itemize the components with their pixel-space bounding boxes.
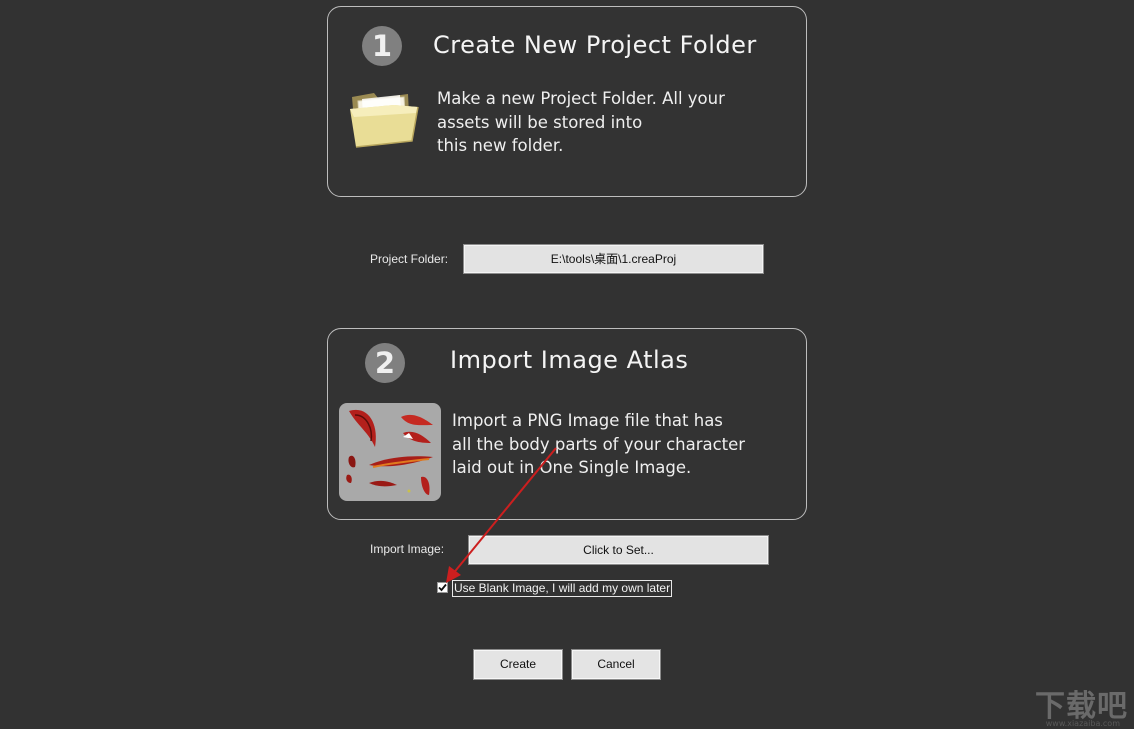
project-folder-field[interactable]: E:\tools\桌面\1.creaProj [463, 244, 764, 274]
step2-description-line: Import a PNG Image file that has [452, 411, 723, 430]
cancel-button[interactable]: Cancel [571, 649, 661, 680]
project-folder-label: Project Folder: [370, 252, 449, 266]
step1-description-line: Make a new Project Folder. All your [437, 89, 725, 108]
step2-description-line: laid out in One Single Image. [452, 458, 692, 477]
folder-icon [350, 93, 419, 148]
checkmark-icon [438, 583, 447, 592]
step2-description-line: all the body parts of your character [452, 434, 746, 454]
step1-number-badge: 1 [362, 26, 402, 66]
create-button[interactable]: Create [473, 649, 563, 680]
import-image-button[interactable]: Click to Set... [468, 535, 769, 565]
step1-description-line: assets will be stored into [437, 112, 643, 132]
step2-description: Import a PNG Image file that has all the… [452, 409, 745, 480]
create-project-dialog: 1 Create New Project Folder Make a new P… [0, 0, 1134, 729]
import-image-label: Import Image: [370, 542, 445, 556]
use-blank-image-label[interactable]: Use Blank Image, I will add my own later [452, 580, 673, 597]
step2-title: Import Image Atlas [450, 346, 689, 374]
step1-description: Make a new Project Folder. All your asse… [437, 87, 725, 158]
watermark-url: www.xiazaiba.com [1045, 719, 1120, 728]
use-blank-image-checkbox[interactable] [437, 582, 448, 593]
image-atlas-thumbnail [339, 403, 441, 501]
step2-number-badge: 2 [365, 343, 405, 383]
step1-title: Create New Project Folder [433, 31, 757, 59]
step1-description-line: this new folder. [437, 136, 564, 155]
